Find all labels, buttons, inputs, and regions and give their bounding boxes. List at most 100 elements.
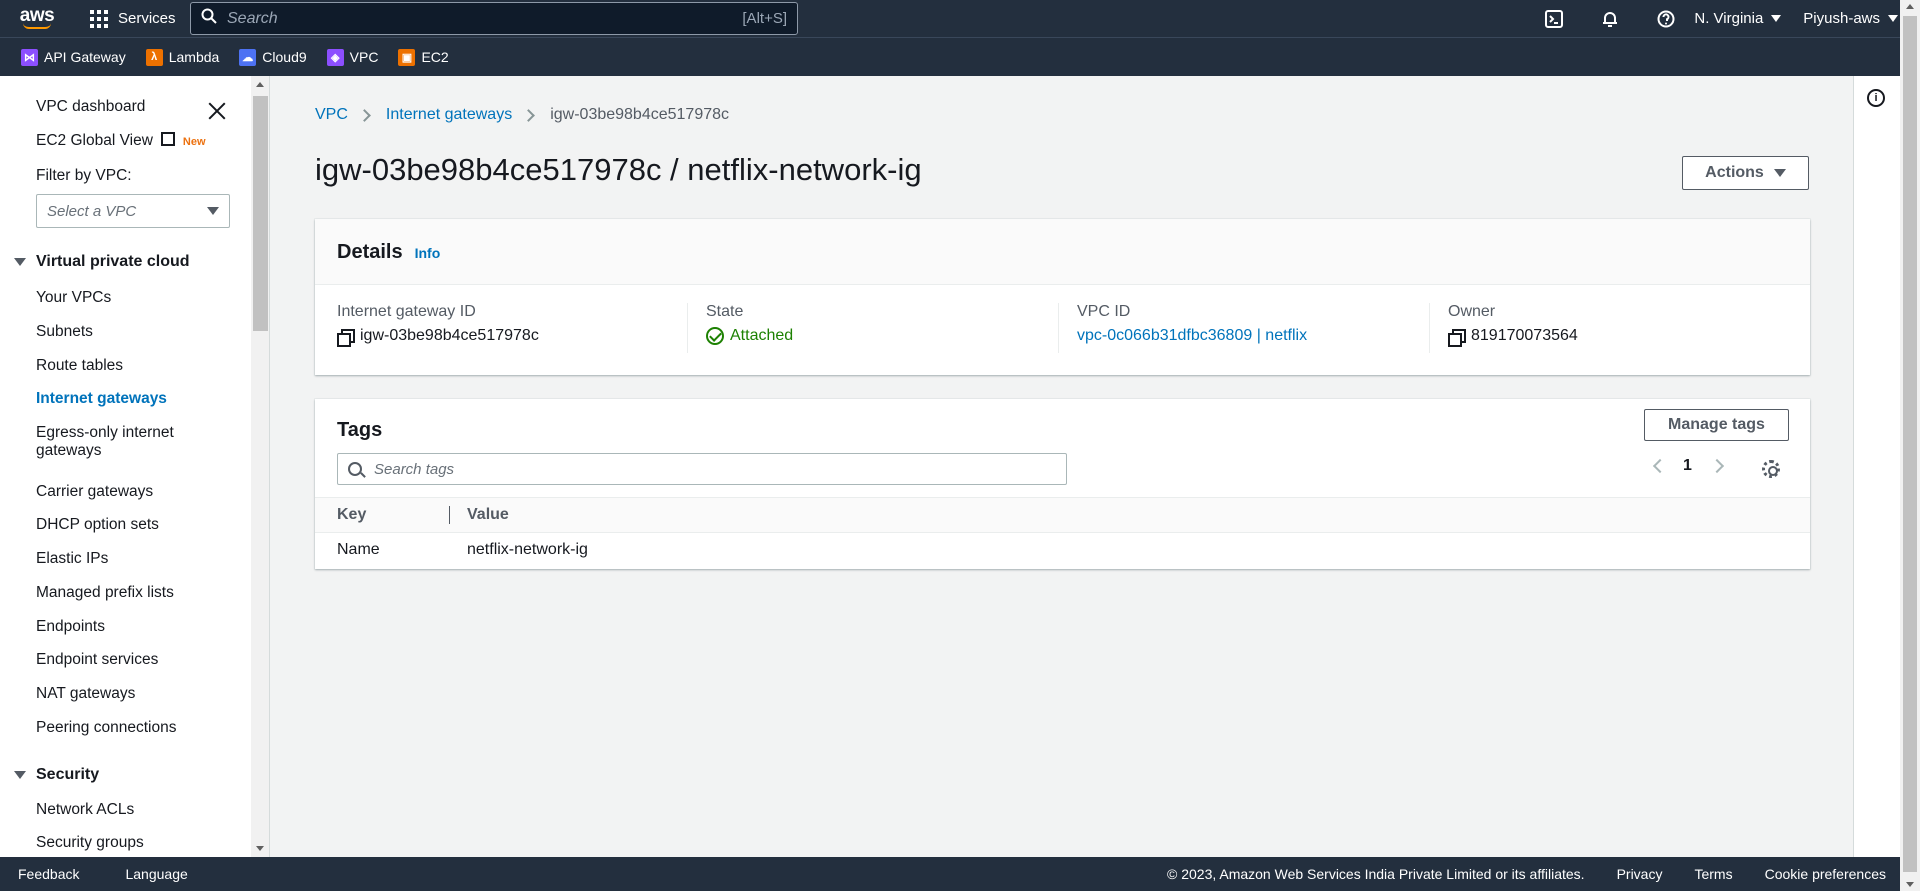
sidebar-item-nat-gateways[interactable]: NAT gateways [36, 685, 135, 703]
field-state: State Attached [687, 303, 1058, 353]
sidebar-item-peering-connections[interactable]: Peering connections [36, 719, 176, 737]
sidebar-item-network-acls[interactable]: Network ACLs [36, 801, 134, 819]
section-virtual-private-cloud[interactable]: Virtual private cloud [14, 253, 190, 271]
privacy-link[interactable]: Privacy [1617, 866, 1663, 882]
pagination: 1 [1652, 457, 1724, 475]
section-label: Virtual private cloud [36, 253, 190, 270]
cookie-preferences-link[interactable]: Cookie preferences [1765, 866, 1886, 882]
sidebar-item-elastic-ips[interactable]: Elastic IPs [36, 550, 108, 568]
page-scrollbar[interactable] [1900, 0, 1920, 891]
cloudshell-icon[interactable] [1526, 0, 1582, 37]
manage-tags-button[interactable]: Manage tags [1644, 409, 1789, 441]
cloud9-icon: ☁ [239, 48, 257, 66]
aws-logo-text: aws [19, 5, 55, 26]
field-label: State [706, 303, 744, 320]
vpc-filter-select[interactable]: Select a VPC [36, 194, 230, 228]
field-label: VPC ID [1077, 303, 1131, 320]
scroll-down-icon[interactable] [256, 846, 264, 851]
favorite-api-gateway[interactable]: ⋈ API Gateway [21, 48, 126, 66]
services-menu-button[interactable]: Services [90, 9, 176, 28]
sidebar-item-label: Egress-only internet [36, 424, 174, 441]
feedback-link[interactable]: Feedback [18, 866, 79, 882]
sidebar-item-dhcp-option-sets[interactable]: DHCP option sets [36, 516, 159, 534]
chevron-right-icon[interactable] [1709, 458, 1724, 474]
sidebar-item-carrier-gateways[interactable]: Carrier gateways [36, 483, 153, 501]
search-shortcut: [Alt+S] [742, 10, 787, 27]
scrollbar-thumb[interactable] [253, 96, 268, 331]
external-link-icon [160, 132, 175, 146]
copy-icon[interactable] [1448, 328, 1466, 347]
page-title: igw-03be98b4ce517978c / netflix-network-… [315, 152, 922, 187]
sidebar-item-endpoint-services[interactable]: Endpoint services [36, 651, 158, 669]
sidebar-item-route-tables[interactable]: Route tables [36, 357, 123, 375]
sidebar-item-ec2-global-view[interactable]: EC2 Global View New [36, 132, 206, 150]
sidebar-item-egress-only-internet-gateways[interactable]: Egress-only internet gateways [36, 424, 174, 460]
field-vpc-id: VPC ID vpc-0c066b31dfbc36809 | netflix [1058, 303, 1429, 353]
column-value[interactable]: Value [467, 506, 509, 524]
scroll-down-icon[interactable] [1906, 882, 1914, 887]
field-igw-id: Internet gateway ID igw-03be98b4ce517978… [337, 303, 687, 353]
search-tags-input[interactable]: Search tags [337, 453, 1067, 485]
details-header: Details Info [315, 219, 1810, 285]
page-number[interactable]: 1 [1683, 457, 1692, 475]
language-link[interactable]: Language [125, 866, 187, 882]
sidebar-item-subnets[interactable]: Subnets [36, 323, 93, 341]
tags-title: Tags [337, 419, 383, 441]
breadcrumb-internet-gateways[interactable]: Internet gateways [386, 106, 512, 124]
services-label: Services [118, 10, 176, 27]
scroll-up-icon[interactable] [1906, 4, 1914, 9]
actions-label: Actions [1705, 164, 1764, 181]
terms-link[interactable]: Terms [1694, 866, 1732, 882]
copy-icon[interactable] [337, 328, 355, 347]
region-selector[interactable]: N. Virginia [1694, 10, 1782, 27]
search-icon [201, 8, 217, 29]
info-link[interactable]: Info [415, 245, 441, 261]
check-circle-icon [706, 327, 724, 345]
vpc-id-link[interactable]: vpc-0c066b31dfbc36809 | netflix [1077, 327, 1429, 345]
favorite-label: EC2 [421, 49, 449, 65]
details-panel: Details Info Internet gateway ID igw-03be… [315, 219, 1810, 375]
help-panel-rail: i [1853, 76, 1900, 857]
gear-icon[interactable] [1762, 460, 1780, 478]
side-navigation: VPC dashboard EC2 Global View New Filter … [0, 76, 251, 857]
favorite-ec2[interactable]: ▣ EC2 [398, 48, 449, 66]
global-search-input[interactable]: Search [Alt+S] [190, 2, 798, 35]
bell-icon[interactable] [1582, 0, 1638, 37]
chevron-right-icon [358, 108, 371, 122]
region-label: N. Virginia [1694, 10, 1764, 27]
breadcrumb-current: igw-03be98b4ce517978c [550, 106, 730, 123]
ec2-icon: ▣ [398, 48, 416, 66]
favorite-cloud9[interactable]: ☁ Cloud9 [239, 48, 307, 66]
sidebar-scrollbar[interactable] [251, 76, 270, 857]
column-key[interactable]: Key [337, 506, 366, 524]
help-icon[interactable] [1638, 0, 1694, 37]
favorite-label: Lambda [168, 49, 220, 65]
favorites-bar: ⋈ API Gateway λ Lambda ☁ Cloud9 ◈ VPC ▣ EC2 [0, 37, 1920, 76]
sidebar-item-your-vpcs[interactable]: Your VPCs [36, 289, 111, 307]
breadcrumb-vpc[interactable]: VPC [315, 106, 348, 124]
scrollbar-thumb[interactable] [1903, 16, 1917, 872]
section-label: Security [36, 766, 100, 783]
section-security[interactable]: Security [14, 766, 99, 784]
sidebar-item-security-groups[interactable]: Security groups [36, 834, 144, 852]
account-menu[interactable]: Piyush-aws [1803, 10, 1898, 27]
chevron-right-icon [522, 108, 536, 122]
info-icon[interactable]: i [1867, 89, 1885, 107]
tags-panel: Tags Manage tags Search tags 1 Key Value… [315, 399, 1810, 569]
caret-down-icon [1888, 15, 1898, 22]
copyright-text: © 2023, Amazon Web Services India Privat… [1167, 866, 1585, 882]
field-label: Owner [1448, 303, 1496, 320]
close-icon[interactable] [206, 100, 228, 122]
chevron-left-icon[interactable] [1652, 458, 1668, 474]
scroll-up-icon[interactable] [256, 82, 264, 87]
aws-logo[interactable]: aws [8, 0, 66, 37]
caret-down-icon [207, 207, 219, 215]
sidebar-item-managed-prefix-lists[interactable]: Managed prefix lists [36, 584, 174, 602]
sidebar-item-endpoints[interactable]: Endpoints [36, 618, 105, 636]
field-label: Internet gateway ID [337, 303, 476, 320]
favorite-lambda[interactable]: λ Lambda [145, 48, 220, 66]
favorite-vpc[interactable]: ◈ VPC [326, 48, 378, 66]
sidebar-item-internet-gateways[interactable]: Internet gateways [36, 390, 167, 408]
sidebar-item-vpc-dashboard[interactable]: VPC dashboard [36, 98, 145, 116]
actions-button[interactable]: Actions [1682, 156, 1809, 190]
